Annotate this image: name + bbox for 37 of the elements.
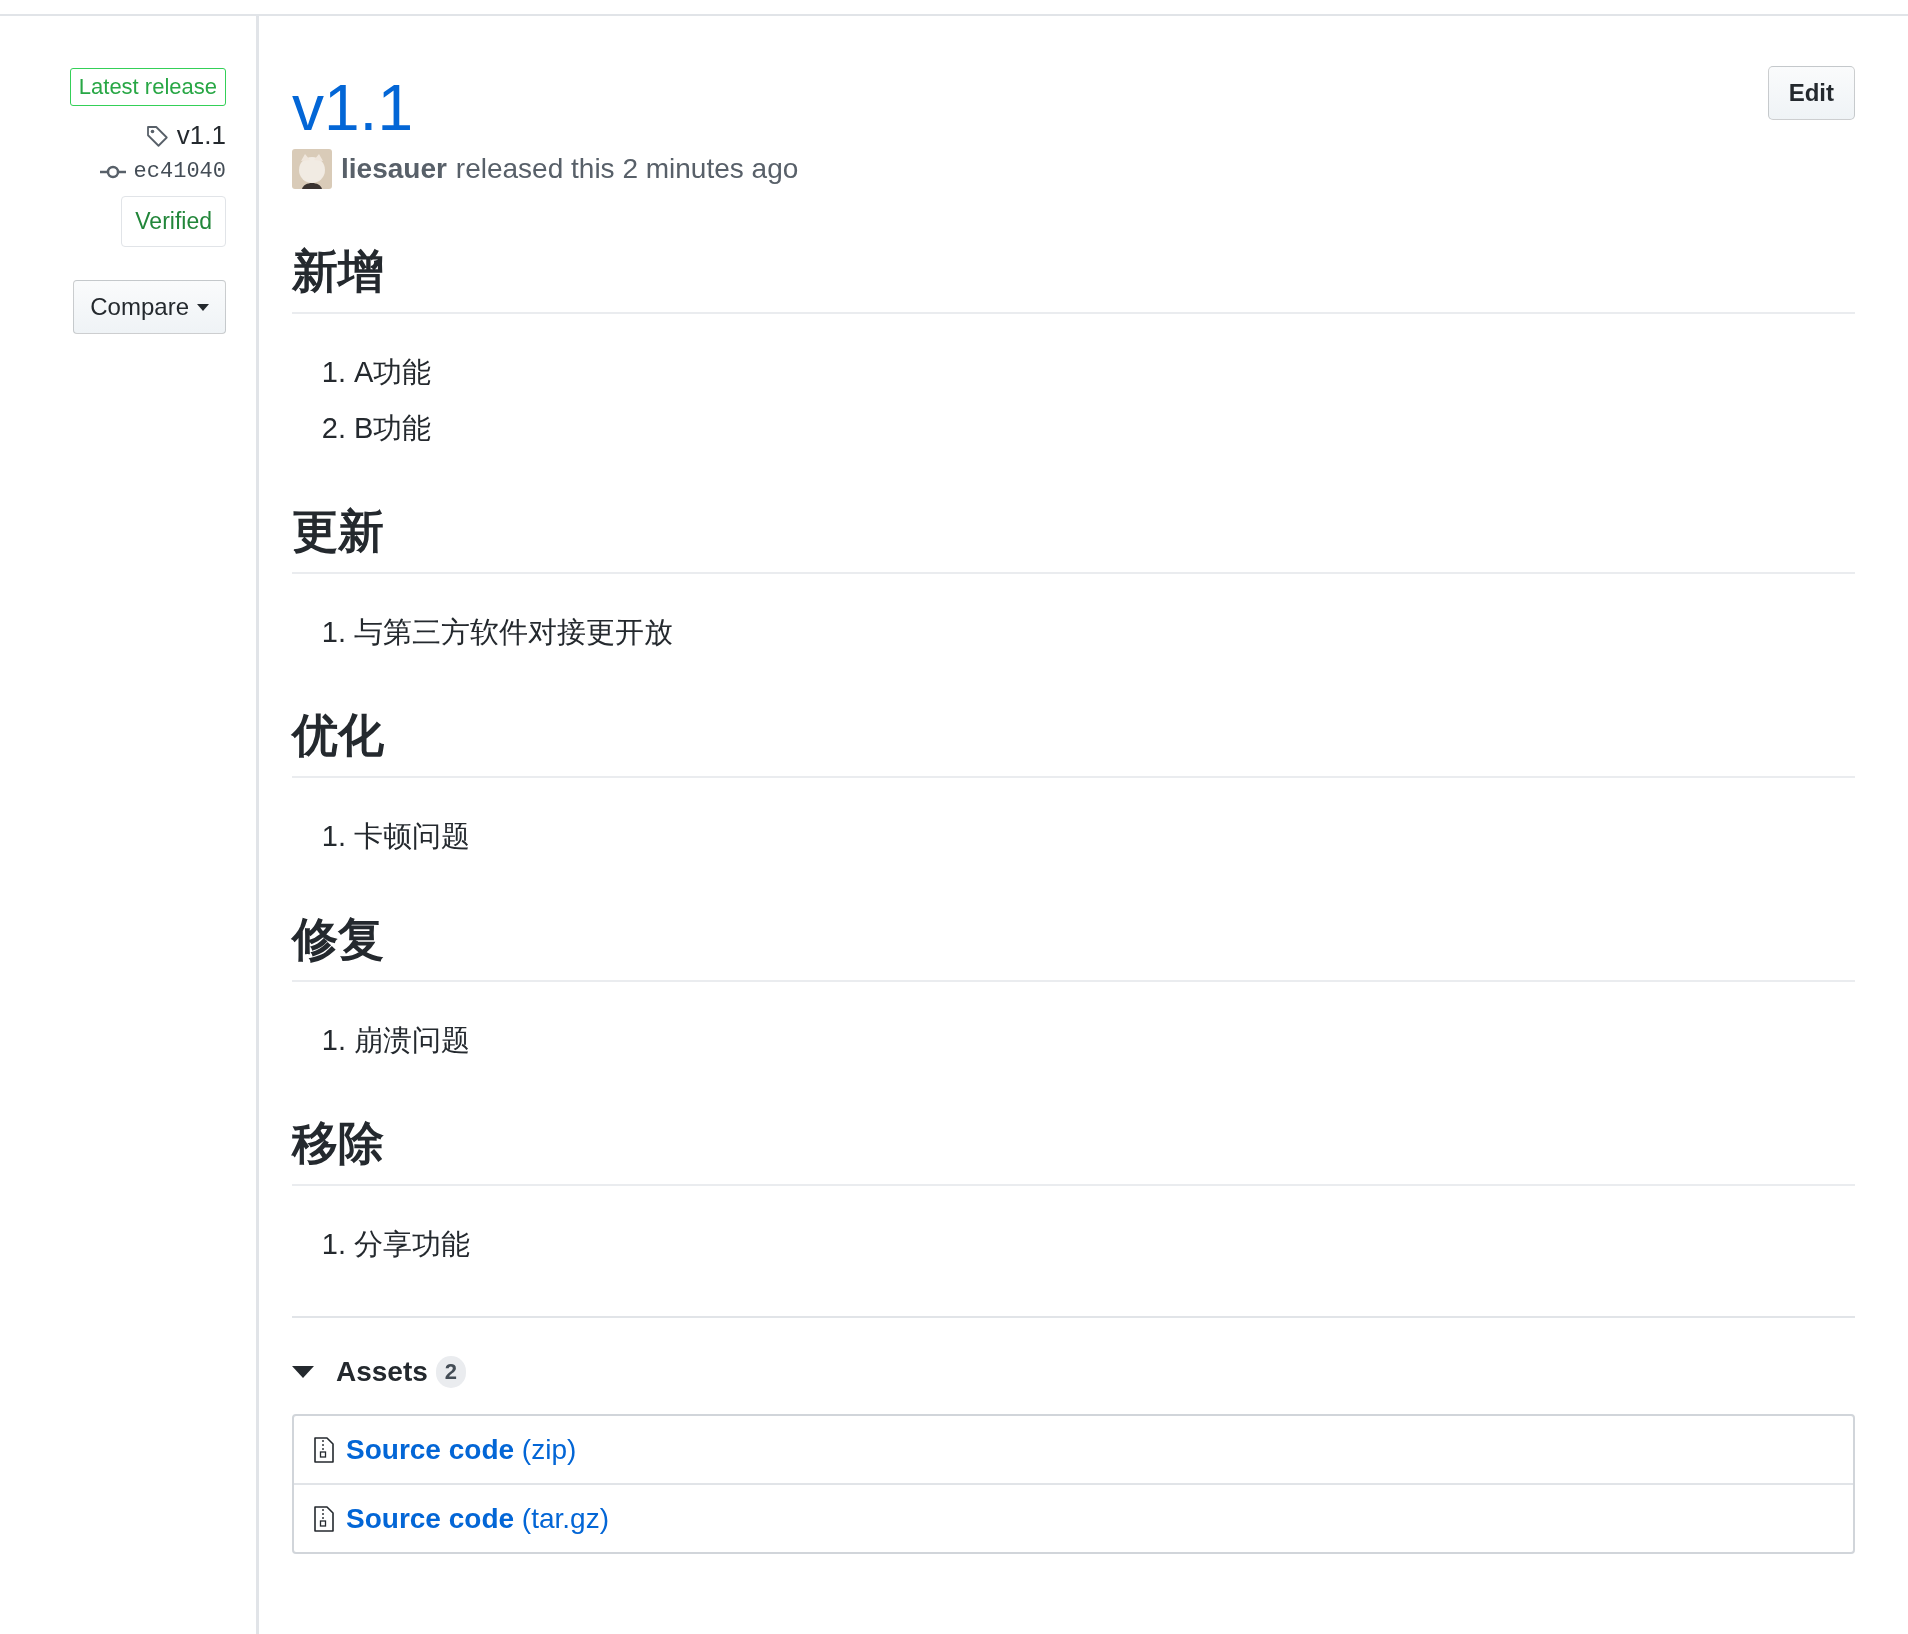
list-number: 1. [320, 1023, 347, 1058]
list-item-text: 卡顿问题 [354, 819, 470, 854]
release-title[interactable]: v1.1 [292, 68, 413, 148]
list-item-text: B功能 [354, 411, 432, 446]
section-heading: 更新 [292, 503, 1855, 574]
assets-count: 2 [435, 1356, 467, 1388]
section-heading: 修复 [292, 911, 1855, 982]
list-number: 1. [320, 615, 347, 650]
source-code-link[interactable]: Source code (tar.gz) [346, 1502, 609, 1535]
tag-link[interactable]: v1.1 [176, 120, 226, 151]
edit-button[interactable]: Edit [1767, 66, 1855, 120]
list-item-text: 分享功能 [354, 1227, 470, 1262]
latest-release-badge: Latest release [69, 68, 226, 106]
section-heading: 优化 [292, 707, 1855, 778]
release-byline: released this 2 minutes ago [455, 153, 799, 185]
avatar [292, 149, 332, 189]
source-code-link[interactable]: Source code (zip) [346, 1433, 577, 1466]
commit-icon [99, 163, 126, 180]
list-item-text: 崩溃问题 [354, 1023, 470, 1058]
zip-file-icon [314, 1505, 334, 1532]
verified-badge[interactable]: Verified [121, 196, 226, 247]
list-number: 1. [320, 355, 347, 390]
commit-link[interactable]: ec41040 [133, 159, 226, 184]
assets-title[interactable]: Assets [336, 1356, 428, 1388]
zip-file-icon [314, 1436, 334, 1463]
list-number: 1. [320, 1227, 347, 1262]
list-item-text: 与第三方软件对接更开放 [354, 615, 673, 650]
tag-icon [144, 123, 169, 148]
list-number: 2. [320, 411, 347, 446]
expand-triangle-icon[interactable] [292, 1366, 314, 1378]
list-item-text: A功能 [354, 355, 432, 390]
author-link[interactable]: liesauer [341, 153, 447, 185]
section-heading: 新增 [292, 243, 1855, 314]
list-number: 1. [320, 819, 347, 854]
compare-button[interactable]: Compare [73, 280, 226, 334]
section-heading: 移除 [292, 1115, 1855, 1186]
caret-icon [197, 303, 209, 311]
